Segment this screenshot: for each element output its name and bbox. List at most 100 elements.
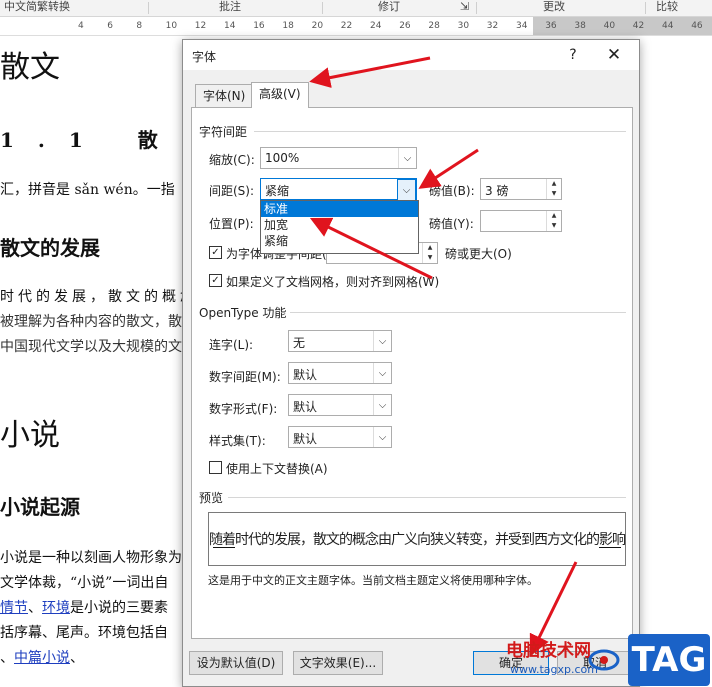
ruler-tick: 14: [224, 21, 236, 31]
chevron-down-icon[interactable]: ⌵: [373, 427, 391, 447]
watermark-url: www.tagxp.com: [510, 663, 598, 676]
scale-combo[interactable]: 100% ⌵: [260, 147, 417, 169]
tab-advanced[interactable]: 高级(V): [251, 82, 309, 108]
link-plot[interactable]: 情节: [0, 600, 28, 616]
stylistic-combo[interactable]: 默认 ⌵: [288, 426, 392, 448]
spin-down-icon[interactable]: ▼: [547, 189, 561, 199]
num-forms-label: 数字形式(F):: [209, 402, 278, 416]
text-effects-button[interactable]: 文字效果(E)...: [293, 651, 383, 675]
dialog-title: 字体: [192, 50, 217, 64]
ruler-tick: 30: [457, 21, 470, 31]
ruler-tick: 44: [662, 21, 674, 31]
section-divider: [228, 497, 626, 498]
ruler-tick: 42: [632, 21, 645, 31]
link-environment[interactable]: 环境: [42, 600, 70, 616]
dropdown-option-standard[interactable]: 标准: [261, 201, 418, 217]
ruler-tick: 4: [78, 21, 84, 31]
ribbon-group-changes[interactable]: 更改: [543, 0, 565, 14]
spacing-by-spinner[interactable]: 3 磅 ▲ ▼: [480, 178, 562, 200]
stylistic-label: 样式集(T):: [209, 434, 266, 448]
position-label: 位置(P):: [209, 217, 254, 231]
scale-label: 缩放(C):: [209, 153, 255, 167]
chevron-down-icon[interactable]: ⌵: [398, 148, 416, 168]
spacing-by-label: 磅值(B):: [429, 184, 475, 198]
tracking-launcher-icon[interactable]: ⇲: [460, 0, 469, 14]
ribbon-group-comments[interactable]: 批注: [219, 0, 241, 14]
para-novel-3: 情节、环境是小说的三要素: [0, 597, 168, 617]
ruler-tick: 40: [603, 21, 616, 31]
dropdown-option-condensed[interactable]: 紧缩: [261, 233, 418, 249]
kerning-checkbox[interactable]: ✓: [209, 246, 222, 259]
dialog-titlebar[interactable]: 字体 ? ✕: [183, 40, 639, 70]
heading-novel: 小说: [0, 418, 60, 453]
spacing-value: 紧缩: [265, 184, 290, 198]
section-divider: [254, 131, 626, 132]
font-dialog: 字体 ? ✕ 字体(N) 高级(V) 字符间距 缩放(C): 100% ⌵ 间距…: [182, 39, 640, 687]
ruler-tick: 20: [311, 21, 324, 31]
ribbon-separator: [645, 2, 646, 14]
site-watermark: 电脑技术网 www.tagxp.com TAG: [496, 630, 712, 687]
spin-up-icon[interactable]: ▲: [547, 179, 561, 189]
section-divider: [290, 312, 626, 313]
link-novella[interactable]: 中篇小说: [14, 650, 70, 666]
kerning-suffix: 磅或更大(O): [445, 247, 512, 261]
spin-down-icon[interactable]: ▼: [547, 221, 561, 231]
ruler-tick: 24: [370, 21, 382, 31]
ruler-tick: 38: [574, 21, 586, 31]
para-dev-2: 被理解为各种内容的散文，散文一: [0, 314, 210, 330]
preview-baseline-right: [599, 547, 621, 548]
ruler-tick: 22: [340, 21, 353, 31]
chevron-down-icon[interactable]: ⌵: [397, 179, 416, 201]
spacing-dropdown-list[interactable]: 标准 加宽 紧缩: [260, 200, 419, 254]
stylistic-value: 默认: [293, 432, 318, 446]
spin-up-icon[interactable]: ▲: [547, 211, 561, 221]
ribbon-separator: [148, 2, 149, 14]
ribbon-group-tracking[interactable]: 修订: [378, 0, 400, 14]
contextual-checkbox[interactable]: [209, 461, 222, 474]
position-by-spinner[interactable]: ▲ ▼: [480, 210, 562, 232]
spacing-combo[interactable]: 紧缩 ⌵: [260, 178, 417, 201]
chevron-down-icon[interactable]: ⌵: [373, 331, 391, 351]
chevron-down-icon[interactable]: ⌵: [373, 395, 391, 415]
para-novel-2: 文学体裁，“小说”一词出自: [0, 575, 169, 591]
para-novel-3-rest: 是小说的三要素: [70, 600, 168, 616]
ribbon-strip: 中文简繁转换 批注 修订 ⇲ 更改 比较: [0, 0, 712, 17]
section-opentype: OpenType 功能: [199, 306, 287, 320]
chevron-down-icon[interactable]: ⌵: [373, 363, 391, 383]
close-button[interactable]: ✕: [603, 45, 625, 65]
spacing-label: 间距(S):: [209, 184, 255, 198]
ribbon-separator: [322, 2, 323, 14]
ligatures-value: 无: [293, 336, 306, 350]
para-novel-5-post: 、: [70, 650, 84, 666]
num-spacing-value: 默认: [293, 368, 318, 382]
dropdown-option-expanded[interactable]: 加宽: [261, 217, 418, 233]
num-spacing-combo[interactable]: 默认 ⌵: [288, 362, 392, 384]
para-novel-3-sep: 、: [28, 600, 42, 616]
ligatures-label: 连字(L):: [209, 338, 254, 352]
grid-label[interactable]: 如果定义了文档网格，则对齐到网格(W): [226, 273, 439, 290]
section-preview: 预览: [199, 491, 224, 505]
ligatures-combo[interactable]: 无 ⌵: [288, 330, 392, 352]
spin-down-icon[interactable]: ▼: [423, 253, 437, 263]
ribbon-group-compare[interactable]: 比较: [656, 0, 678, 14]
ruler-tick: 10: [165, 21, 178, 31]
num-forms-combo[interactable]: 默认 ⌵: [288, 394, 392, 416]
watermark-tag-logo: TAG: [628, 634, 710, 686]
ruler-tick: 36: [545, 21, 557, 31]
ribbon-group-chinese-conversion[interactable]: 中文简繁转换: [4, 0, 70, 14]
para-novel-4: 括序幕、尾声。环境包括自: [0, 625, 168, 641]
grid-checkbox[interactable]: ✓: [209, 274, 222, 287]
ruler-tick: 6: [107, 21, 113, 31]
set-default-button[interactable]: 设为默认值(D): [189, 651, 283, 675]
para-novel-1: 小说是一种以刻画人物形象为: [0, 550, 182, 566]
spacing-by-value: 3 磅: [485, 184, 509, 198]
para-novel-5: 、中篇小说、: [0, 647, 84, 667]
spin-up-icon[interactable]: ▲: [423, 243, 437, 253]
preview-text: 随着时代的发展，散文的概念由广义向狭义转变，并受到西方文化的影响: [209, 532, 626, 548]
ruler-tick: 8: [136, 21, 143, 31]
help-button[interactable]: ?: [563, 45, 583, 65]
ruler-tick: 16: [253, 21, 265, 31]
ribbon-separator: [476, 2, 477, 14]
contextual-label[interactable]: 使用上下文替换(A): [226, 460, 328, 477]
tab-font[interactable]: 字体(N): [195, 84, 254, 107]
